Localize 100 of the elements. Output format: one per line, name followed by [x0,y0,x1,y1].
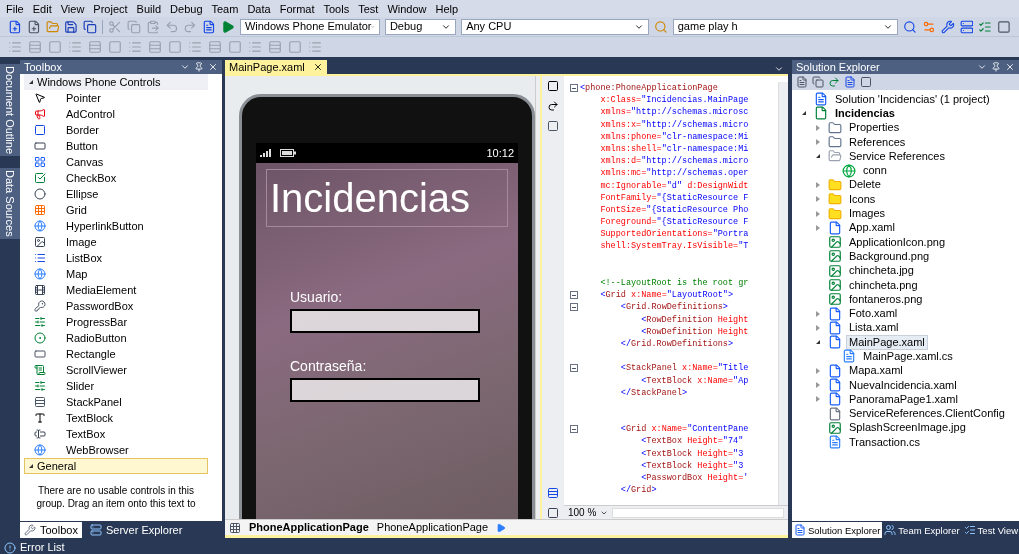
panel-tab[interactable]: Error List [4,541,65,554]
fold-toggle-icon[interactable] [570,84,578,93]
fold-toggle-icon[interactable] [570,303,578,312]
tree-item[interactable]: MainPage.xaml.cs [860,349,956,364]
input-field[interactable] [290,309,480,333]
collapsed-arrow-icon[interactable] [816,196,820,203]
toolbox-item[interactable]: CheckBox [66,171,117,185]
toolbox-item[interactable]: WebBrowser [66,443,129,457]
tree-item[interactable]: Service References [846,148,948,164]
view-code-icon[interactable] [844,76,856,88]
tree-item[interactable]: fontaneros.png [846,291,926,307]
horizontal-split-icon[interactable] [547,507,559,519]
menu-item[interactable]: Format [279,1,315,16]
toolbox-item[interactable]: TextBox [66,427,106,441]
view-designer-icon[interactable] [860,76,872,88]
caret-icon[interactable] [180,62,190,72]
collapsed-arrow-icon[interactable] [816,139,820,146]
toolbox-item[interactable]: Image [66,235,97,249]
find-icon[interactable] [653,19,668,34]
tree-item[interactable]: Delete [846,177,884,193]
toolbox-item[interactable]: Grid [66,203,87,217]
toolbox-item[interactable]: PasswordBox [66,299,134,313]
tree-item[interactable]: MainPage.xaml [846,334,928,350]
panel-tab[interactable]: Toolbox [20,522,82,538]
tree-item[interactable]: References [846,134,909,150]
toolbox-item[interactable]: HyperlinkButton [66,219,144,233]
tree-item[interactable]: PanoramaPage1.xaml [846,391,961,407]
tree-item[interactable]: chincheta.png [846,277,921,293]
toolbox-item[interactable]: ListBox [66,251,103,265]
collapsed-arrow-icon[interactable] [816,124,820,131]
panel-tab[interactable]: Test View [961,522,1019,538]
tree-item[interactable]: NuevaIncidencia.xaml [846,377,960,393]
collapsed-arrow-icon[interactable] [816,224,820,231]
menu-item[interactable]: Build [136,1,162,16]
collapsed-arrow-icon[interactable] [816,367,820,374]
search-icon[interactable] [903,19,917,34]
save-icon[interactable] [64,19,79,34]
toolbox-item[interactable]: Rectangle [66,347,116,361]
tree-item[interactable]: ServiceReferences.ClientConfig [846,406,1008,422]
tree-item[interactable]: conn [860,163,890,179]
fold-toggle-icon[interactable] [570,291,578,300]
tree-item[interactable]: App.xaml [846,220,898,236]
new-file-icon[interactable] [8,19,22,34]
toolbox-item[interactable]: TextBlock [66,411,114,425]
tree-item[interactable]: Solution 'Incidencias' (1 project) [832,91,993,107]
collapse-pane-icon[interactable] [547,120,559,132]
collapsed-arrow-icon[interactable] [816,396,820,403]
menu-item[interactable]: Test [358,1,379,16]
tree-item[interactable]: Background.png [846,248,933,264]
show-files-icon[interactable] [812,76,824,88]
server-icon[interactable] [959,19,974,34]
panel-tab[interactable]: Solution Explorer [792,522,883,538]
settings-icon[interactable] [921,19,936,34]
wrench-icon[interactable] [940,19,955,34]
toolbox-item[interactable]: Pointer [66,91,101,105]
zoom-dropdown[interactable]: 100 % [568,506,597,519]
menu-item[interactable]: Edit [32,1,52,16]
cut-icon[interactable] [108,19,122,34]
undo-icon[interactable] [164,19,179,34]
start-icon[interactable] [221,19,235,34]
add-item-icon[interactable] [26,19,41,34]
window-icon[interactable] [997,19,1011,34]
side-tab[interactable]: Data Sources [0,168,21,239]
expanded-arrow-icon[interactable] [802,111,806,116]
tree-item[interactable]: Mapa.xaml [846,363,906,379]
tree-item[interactable]: SplashScreenImage.jpg [846,420,969,436]
toolbox-item[interactable]: ProgressBar [66,315,128,329]
pin-icon[interactable] [991,62,1001,72]
play-arrow-icon[interactable] [496,522,507,533]
side-tab[interactable]: Document Outline [0,64,21,157]
tree-item[interactable]: Foto.xaml [846,306,901,322]
menu-item[interactable]: Project [93,1,128,16]
breadcrumb-item[interactable]: PhoneApplicationPage [376,521,489,534]
swap-panes-icon[interactable] [547,100,559,112]
find-field[interactable]: game play h [672,18,899,35]
properties-icon[interactable] [796,76,808,88]
toolbox-item[interactable]: ScrollViewer [66,363,127,377]
group-header[interactable]: Windows Phone Controls [24,74,208,90]
menu-item[interactable]: Team [211,1,239,16]
toolbox-item[interactable]: RadioButton [66,331,127,345]
save-all-icon[interactable] [83,19,98,34]
tree-item[interactable]: Icons [846,191,879,207]
collapsed-arrow-icon[interactable] [816,181,820,188]
horizontal-scrollbar[interactable] [612,507,784,518]
menu-item[interactable]: Help [435,1,459,16]
expanded-arrow-icon[interactable] [816,154,820,159]
panel-tab[interactable]: Team Explorer [882,522,962,538]
toolbox-item[interactable]: Border [66,123,100,137]
menu-item[interactable]: Debug [170,1,203,16]
fold-toggle-icon[interactable] [570,425,578,434]
fold-toggle-icon[interactable] [570,364,578,373]
expanded-arrow-icon[interactable] [816,340,820,345]
toolbox-item[interactable]: Slider [66,379,95,393]
menu-item[interactable]: Window [387,1,427,16]
paste-icon[interactable] [145,19,160,34]
tree-item[interactable]: Properties [846,120,903,136]
list-icon[interactable] [978,19,993,34]
pin-icon[interactable] [194,62,204,72]
panel-tab[interactable]: Server Explorer [85,522,187,538]
menu-item[interactable]: File [6,1,24,16]
